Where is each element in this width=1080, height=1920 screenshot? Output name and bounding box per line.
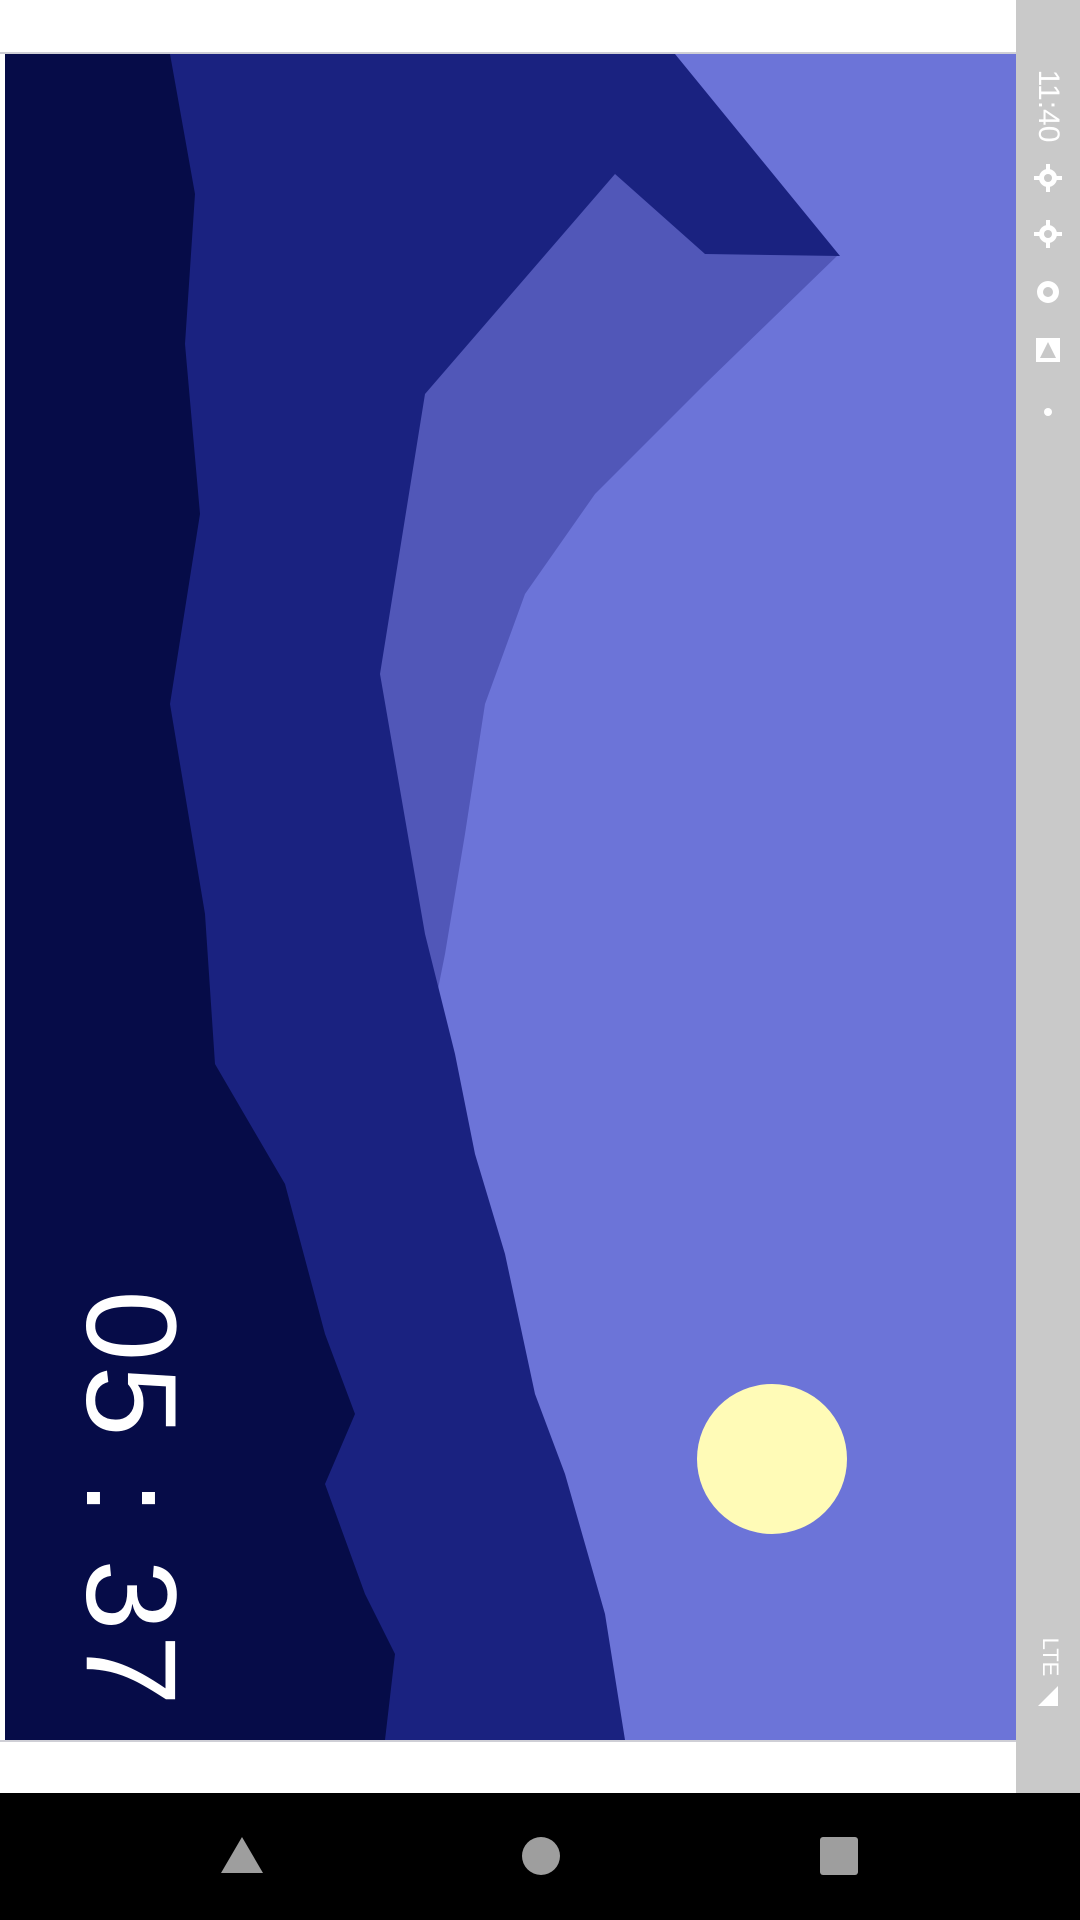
dot-icon bbox=[1044, 408, 1052, 416]
status-bar-end bbox=[1016, 1740, 1080, 1793]
gear-icon bbox=[1034, 220, 1062, 248]
status-network-label: LTE bbox=[1038, 1637, 1063, 1677]
recents-button[interactable] bbox=[816, 1833, 862, 1879]
status-time: 11:40 bbox=[1032, 69, 1065, 143]
notification-a-icon bbox=[1036, 338, 1060, 362]
back-button[interactable] bbox=[219, 1833, 265, 1879]
status-bar bbox=[1016, 0, 1080, 1793]
sync-icon bbox=[1037, 281, 1059, 303]
gear-icon bbox=[1034, 164, 1062, 192]
back-icon bbox=[221, 1837, 263, 1873]
home-icon bbox=[522, 1837, 560, 1875]
recents-icon bbox=[820, 1837, 858, 1875]
moon bbox=[697, 1384, 847, 1534]
signal-icon bbox=[1038, 1686, 1058, 1706]
home-button[interactable] bbox=[518, 1833, 564, 1879]
clock-text: 05 : 37 bbox=[59, 1290, 202, 1710]
top-strip bbox=[0, 0, 1016, 54]
bottom-strip bbox=[0, 1740, 1016, 1795]
screen: 05 : 37 11:40 LTE bbox=[0, 0, 1080, 1920]
